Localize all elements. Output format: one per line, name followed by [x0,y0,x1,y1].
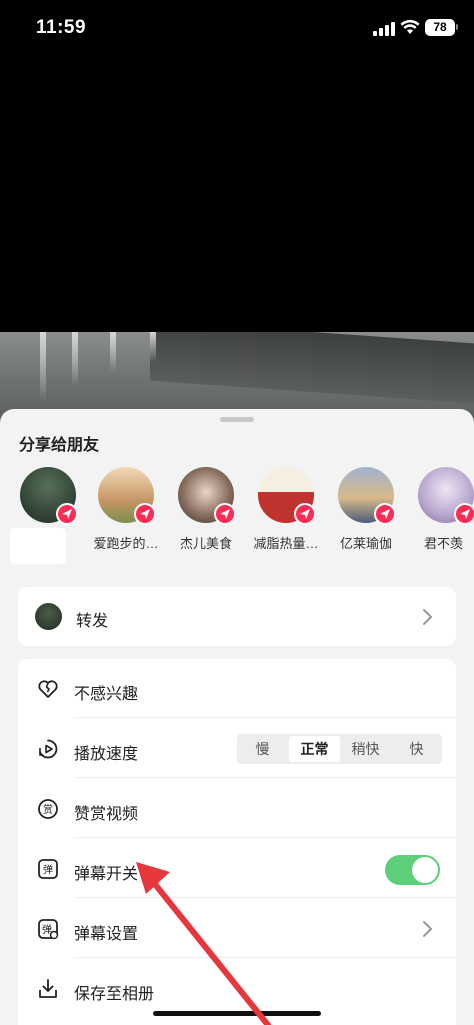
wifi-icon [400,19,420,34]
friend-contact[interactable]: 减脂热量… [246,467,326,557]
danmaku-settings-label: 弹幕设置 [74,926,139,943]
share-sheet-title: 分享给朋友 [19,437,100,454]
avatar [35,603,62,630]
battery-level: 78 [425,19,455,36]
chevron-right-icon [423,609,432,625]
speed-option-normal[interactable]: 正常 [289,736,340,762]
status-bar: 11:59 78 [0,0,474,56]
speed-option-slightly-fast[interactable]: 稍快 [340,734,391,764]
save-to-album-button[interactable]: 保存至相册 [18,959,456,1018]
playback-speed-label: 播放速度 [74,746,139,763]
friend-name: 亿莱瑜伽 [339,536,392,551]
tip-video-label: 赞赏视频 [74,806,139,823]
send-icon [56,503,78,525]
download-icon [39,979,57,998]
not-interested-button[interactable]: 不感兴趣 [18,659,456,718]
send-icon [454,503,474,525]
friend-contact[interactable] [8,467,88,564]
broken-heart-icon [38,680,58,698]
send-icon [214,503,236,525]
drag-handle[interactable] [220,417,254,422]
toggle-knob [412,857,438,883]
send-icon [294,503,316,525]
friend-name: 君不羡 [424,536,464,551]
cellular-signal-icon [373,22,395,36]
battery-tip [456,24,458,30]
speed-selector: 慢 正常 稍快 快 [237,734,442,764]
not-interested-label: 不感兴趣 [74,686,139,703]
playback-speed-row: 播放速度 慢 正常 稍快 快 [18,719,456,778]
friend-name: 减脂热量… [253,536,319,551]
forward-label: 转发 [76,613,109,630]
forward-button[interactable]: 转发 [18,587,456,646]
friend-name: 爱跑步的… [93,536,159,551]
send-icon [374,503,396,525]
svg-text:弹: 弹 [43,863,53,876]
speed-option-slow[interactable]: 慢 [237,734,288,764]
speed-option-fast[interactable]: 快 [391,734,442,764]
playback-speed-icon [39,739,58,759]
status-time: 11:59 [36,17,87,38]
save-to-album-label: 保存至相册 [74,986,155,1003]
tip-icon: 赏 [38,799,58,819]
danmaku-settings-button[interactable]: 弹 弹幕设置 [18,899,456,958]
friend-contact[interactable]: 君不羡 [406,467,474,557]
chevron-right-icon [423,921,432,937]
danmaku-settings-icon: 弹 [38,919,59,940]
danmaku-toggle-switch[interactable] [385,855,440,885]
tip-video-button[interactable]: 赏 赞赏视频 [18,779,456,838]
friend-name: 杰儿美食 [179,536,232,551]
danmaku-toggle-row: 弹 弹幕开关 [18,839,456,898]
danmaku-icon: 弹 [38,859,58,879]
action-menu: 不感兴趣 播放速度 慢 正常 稍快 快 赏 赞赏视频 弹 弹幕开关 弹 弹幕设置… [18,659,456,1025]
friend-name-redacted [10,528,66,564]
send-icon [134,503,156,525]
friend-contact[interactable]: 杰儿美食 [166,467,246,557]
friend-contact[interactable]: 亿莱瑜伽 [326,467,406,557]
home-indicator[interactable] [153,1011,321,1016]
share-sheet: 分享给朋友 爱跑步的… 杰儿美食 减脂热量… 亿莱瑜伽 君不羡 转发 不感兴趣 … [0,409,474,1025]
danmaku-toggle-label: 弹幕开关 [74,866,139,883]
svg-text:赏: 赏 [43,804,53,816]
friend-contact[interactable]: 爱跑步的… [86,467,166,557]
